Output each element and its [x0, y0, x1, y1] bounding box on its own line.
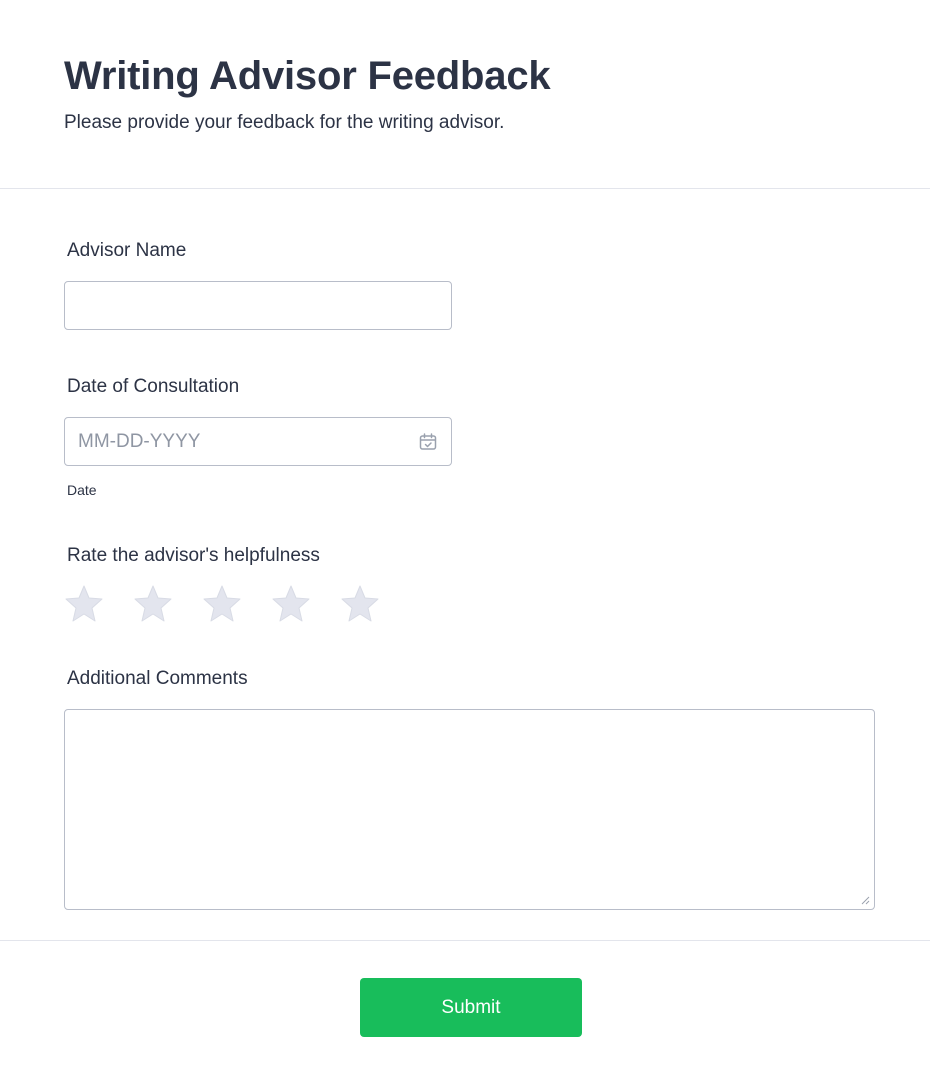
form-subtitle: Please provide your feedback for the wri… [64, 112, 505, 133]
form-page: Writing Advisor Feedback Please provide … [0, 0, 930, 1087]
date-label: Date of Consultation [67, 376, 240, 397]
calendar-icon[interactable] [418, 432, 438, 452]
star-icon[interactable] [202, 584, 242, 624]
star-icon[interactable] [133, 584, 173, 624]
submit-button[interactable]: Submit [360, 978, 582, 1037]
advisor-name-label: Advisor Name [67, 240, 187, 261]
date-sublabel: Date [67, 482, 97, 498]
rating-label: Rate the advisor's helpfulness [67, 545, 320, 566]
date-input[interactable]: MM-DD-YYYY [64, 417, 452, 466]
date-placeholder: MM-DD-YYYY [78, 431, 201, 452]
star-icon[interactable] [271, 584, 311, 624]
resize-handle-icon[interactable] [860, 895, 870, 905]
form-header: Writing Advisor Feedback Please provide … [0, 0, 930, 189]
comments-label: Additional Comments [67, 668, 248, 689]
advisor-name-input[interactable] [64, 281, 452, 330]
star-icon[interactable] [64, 584, 104, 624]
form-title: Writing Advisor Feedback [64, 54, 551, 98]
footer-divider [0, 940, 930, 941]
star-icon[interactable] [340, 584, 380, 624]
comments-textarea[interactable] [64, 709, 875, 910]
